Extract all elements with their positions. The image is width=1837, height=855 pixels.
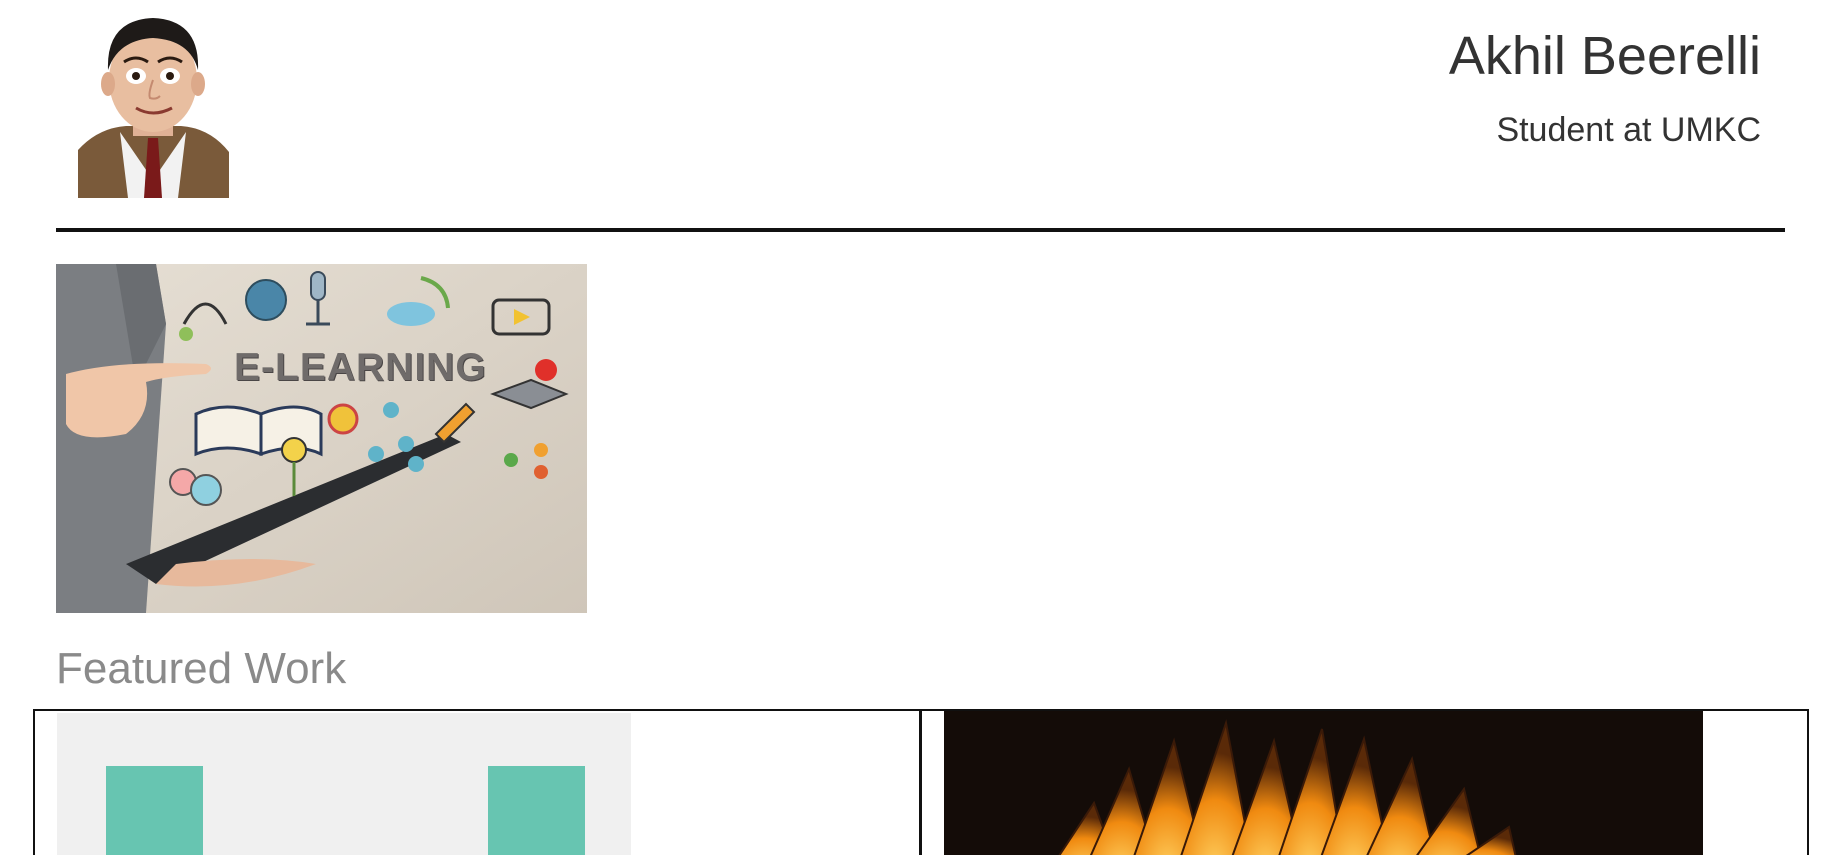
profile-name: Akhil Beerelli (1448, 26, 1761, 86)
hero-image-text: E-LEARNING (234, 346, 487, 389)
hero-image: E-LEARNING (56, 264, 587, 613)
page: Akhil Beerelli Student at UMKC E-LEARNIN… (0, 0, 1837, 855)
featured-work-heading: Featured Work (56, 644, 347, 693)
profile-photo (78, 10, 229, 198)
featured-card[interactable] (920, 709, 1809, 855)
featured-card-thumbnail (57, 713, 631, 855)
teal-block (106, 766, 203, 855)
header-divider (56, 228, 1785, 232)
profile-subtitle: Student at UMKC (1496, 111, 1761, 149)
featured-card[interactable] (33, 709, 921, 855)
profile-header: Akhil Beerelli Student at UMKC (1449, 24, 1761, 150)
featured-card-thumbnail (944, 711, 1703, 855)
teal-block (488, 766, 585, 855)
